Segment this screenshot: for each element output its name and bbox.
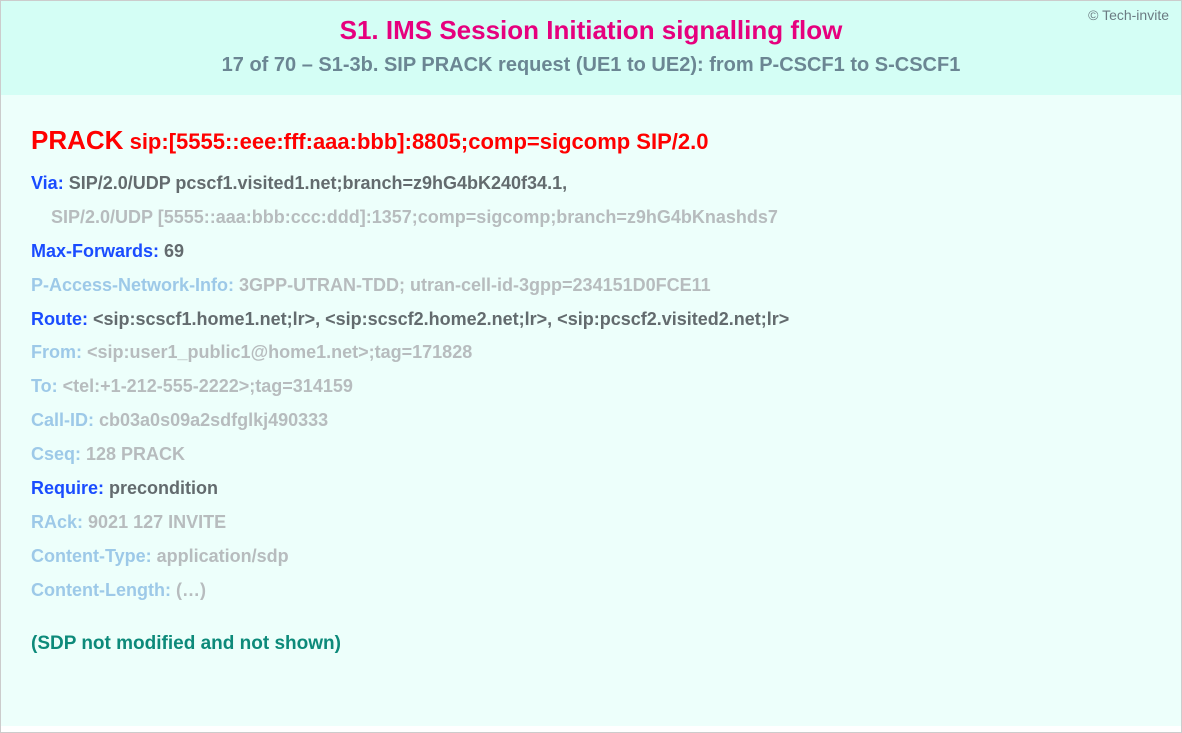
header-cseq: Cseq: 128 PRACK (31, 441, 1151, 469)
header-p-access-network-info: P-Access-Network-Info: 3GPP-UTRAN-TDD; u… (31, 272, 1151, 300)
header-name: Cseq (31, 444, 75, 464)
copyright-label: © Tech-invite (1088, 7, 1169, 23)
header-rack: RAck: 9021 127 INVITE (31, 509, 1151, 537)
header-value: application/sdp (157, 546, 289, 566)
header-via-continuation: SIP/2.0/UDP [5555::aaa:bbb:ccc:ddd]:1357… (31, 204, 1151, 232)
header-value: <sip:user1_public1@home1.net>;tag=171828 (87, 342, 472, 362)
header-name: From (31, 342, 76, 362)
page-title: S1. IMS Session Initiation signalling fl… (21, 15, 1161, 46)
header-name: Content-Type (31, 546, 146, 566)
header-value: cb03a0s09a2sdfglkj490333 (99, 410, 328, 430)
header-value: <sip:scscf1.home1.net;lr>, <sip:scscf2.h… (93, 309, 789, 329)
header-from: From: <sip:user1_public1@home1.net>;tag=… (31, 339, 1151, 367)
header-value: 3GPP-UTRAN-TDD; utran-cell-id-3gpp=23415… (239, 275, 711, 295)
sdp-note: (SDP not modified and not shown) (31, 633, 1151, 655)
header-value: 128 PRACK (86, 444, 185, 464)
header-value: precondition (109, 478, 218, 498)
header-value: (…) (176, 580, 206, 600)
header-name: Via (31, 173, 58, 193)
header-name: To (31, 376, 52, 396)
header-content-type: Content-Type: application/sdp (31, 543, 1151, 571)
header-via: Via: SIP/2.0/UDP pcscf1.visited1.net;bra… (31, 170, 1151, 198)
header-max-forwards: Max-Forwards: 69 (31, 238, 1151, 266)
header-value: SIP/2.0/UDP [5555::aaa:bbb:ccc:ddd]:1357… (51, 207, 778, 227)
header-name: Call-ID (31, 410, 88, 430)
header-value: <tel:+1-212-555-2222>;tag=314159 (63, 376, 353, 396)
header-name: Route (31, 309, 82, 329)
header-route: Route: <sip:scscf1.home1.net;lr>, <sip:s… (31, 306, 1151, 334)
header-content-length: Content-Length: (…) (31, 577, 1151, 605)
header-require: Require: precondition (31, 475, 1151, 503)
sip-method: PRACK (31, 125, 123, 155)
header-value: 69 (164, 241, 184, 261)
header-value: SIP/2.0/UDP pcscf1.visited1.net;branch=z… (69, 173, 567, 193)
header-name: P-Access-Network-Info (31, 275, 228, 295)
content-area: PRACK sip:[5555::eee:fff:aaa:bbb]:8805;c… (1, 95, 1181, 726)
header-value: 9021 127 INVITE (88, 512, 226, 532)
header-call-id: Call-ID: cb03a0s09a2sdfglkj490333 (31, 407, 1151, 435)
sip-request-uri: sip:[5555::eee:fff:aaa:bbb]:8805;comp=si… (130, 129, 709, 154)
header-name: Max-Forwards (31, 241, 153, 261)
header-name: RAck (31, 512, 77, 532)
header-band: © Tech-invite S1. IMS Session Initiation… (1, 1, 1181, 95)
page-subtitle: 17 of 70 – S1-3b. SIP PRACK request (UE1… (21, 54, 1161, 77)
sip-request-line: PRACK sip:[5555::eee:fff:aaa:bbb]:8805;c… (31, 125, 1151, 156)
header-name: Content-Length (31, 580, 165, 600)
header-name: Require (31, 478, 98, 498)
header-to: To: <tel:+1-212-555-2222>;tag=314159 (31, 373, 1151, 401)
